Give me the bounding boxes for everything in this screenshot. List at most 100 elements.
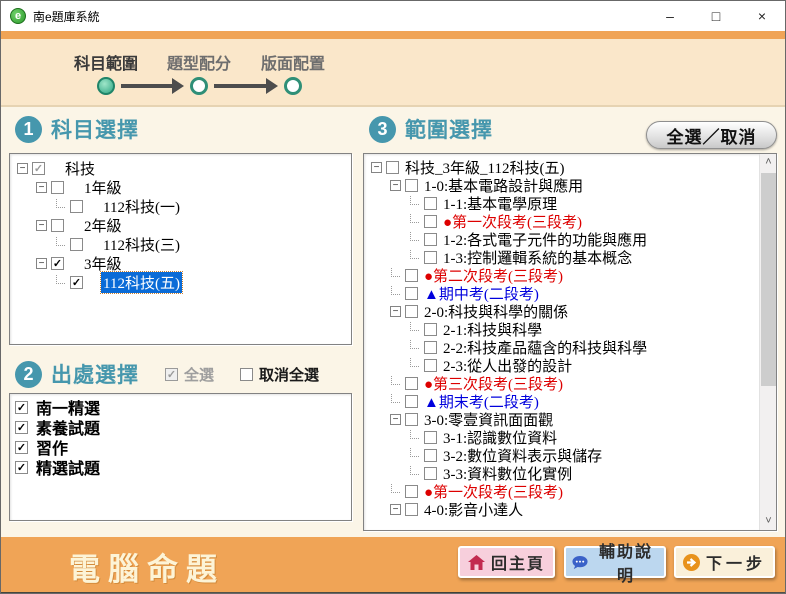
vertical-scrollbar[interactable]: ˄ ˅ [759, 154, 776, 530]
close-button[interactable]: × [739, 1, 785, 31]
tree-item-checkbox[interactable] [405, 269, 418, 282]
tree-item-checkbox[interactable] [424, 431, 437, 444]
tree-collapse-icon[interactable]: − [36, 258, 47, 269]
select-toggle-button[interactable]: 全選／取消 [646, 121, 777, 149]
select-all-checkbox[interactable]: ✓ [165, 368, 178, 381]
tree-item-checkbox[interactable] [405, 485, 418, 498]
tree-collapse-icon[interactable]: − [390, 414, 401, 425]
subject-tree-row[interactable]: 112科技(一) [12, 197, 349, 216]
source-list-item[interactable]: ✓素養試題 [12, 417, 349, 437]
tree-item-checkbox[interactable] [70, 238, 83, 251]
help-button[interactable]: 輔助說明 [564, 546, 666, 578]
tree-item-checkbox[interactable] [70, 200, 83, 213]
tree-item-label[interactable]: 112科技(五) [101, 272, 182, 293]
source-list-item[interactable]: ✓精選試題 [12, 457, 349, 477]
tree-item-checkbox[interactable] [405, 305, 418, 318]
subject-tree-row[interactable]: −✓ 3年級 [12, 254, 349, 273]
footer-brand-title: 電腦命題 [69, 544, 225, 589]
scroll-up-icon[interactable]: ˄ [760, 154, 777, 171]
range-tree[interactable]: −科技_3年級_112科技(五)−1-0:基本電路設計與應用1-1:基本電學原理… [364, 154, 759, 530]
source-item-checkbox[interactable]: ✓ [15, 401, 28, 414]
tree-item-checkbox[interactable] [424, 341, 437, 354]
range-tree-row[interactable]: −3-0:零壹資訊面面觀 [366, 410, 757, 428]
tree-item-checkbox[interactable] [405, 413, 418, 426]
deselect-all-checkbox-group[interactable]: 取消全選 [240, 364, 319, 385]
tree-item-checkbox[interactable] [424, 233, 437, 246]
range-tree-row[interactable]: −科技_3年級_112科技(五) [366, 158, 757, 176]
range-tree-row[interactable]: ●第三次段考(三段考) [366, 374, 757, 392]
scroll-down-icon[interactable]: ˅ [760, 513, 777, 530]
range-tree-row[interactable]: 3-3:資料數位化實例 [366, 464, 757, 482]
tree-item-checkbox[interactable]: ✓ [51, 257, 64, 270]
subject-tree-row[interactable]: 112科技(三) [12, 235, 349, 254]
range-tree-row[interactable]: 3-1:認識數位資料 [366, 428, 757, 446]
range-tree-row[interactable]: − 4-0:影音小達人 [366, 500, 757, 518]
tree-item-checkbox[interactable] [424, 467, 437, 480]
tree-item-checkbox[interactable] [424, 215, 437, 228]
tree-collapse-icon[interactable]: − [371, 162, 382, 173]
tree-item-checkbox[interactable] [424, 323, 437, 336]
tree-item-label[interactable]: 2年級 [82, 215, 124, 236]
range-tree-row[interactable]: 2-2:科技產品蘊含的科技與科學 [366, 338, 757, 356]
tree-item-checkbox[interactable] [424, 197, 437, 210]
range-tree-row[interactable]: 3-2:數位資料表示與儲存 [366, 446, 757, 464]
tree-item-checkbox[interactable] [51, 219, 64, 232]
range-tree-row[interactable]: ●第二次段考(三段考) [366, 266, 757, 284]
subject-tree-row[interactable]: − 2年級 [12, 216, 349, 235]
tree-item-label[interactable]: 112科技(一) [101, 196, 182, 217]
tree-item-checkbox[interactable]: ✓ [70, 276, 83, 289]
tree-collapse-icon[interactable]: − [390, 180, 401, 191]
source-list-box[interactable]: ✓南一精選✓素養試題✓習作✓精選試題 [9, 393, 352, 521]
subject-tree-row[interactable]: − 1年級 [12, 178, 349, 197]
source-item-checkbox[interactable]: ✓ [15, 421, 28, 434]
select-all-checkbox-group[interactable]: ✓ 全選 [165, 364, 214, 385]
tree-item-checkbox[interactable]: ✓ [32, 162, 45, 175]
tree-item-label[interactable]: 4-0:影音小達人 [422, 499, 525, 520]
next-step-button[interactable]: 下一步 [674, 546, 775, 578]
subject-tree-row[interactable]: ✓ 112科技(五) [12, 273, 349, 292]
range-tree-row[interactable]: ●第一次段考(三段考) [366, 482, 757, 500]
minimize-button[interactable]: – [647, 1, 693, 31]
range-tree-row[interactable]: ▲期末考(二段考) [366, 392, 757, 410]
tree-item-checkbox[interactable] [405, 503, 418, 516]
range-tree-row[interactable]: 1-3:控制邏輯系統的基本概念 [366, 248, 757, 266]
source-item-checkbox[interactable]: ✓ [15, 461, 28, 474]
tree-item-checkbox[interactable] [386, 161, 399, 174]
tree-item-checkbox[interactable] [424, 251, 437, 264]
range-tree-row[interactable]: 2-1:科技與科學 [366, 320, 757, 338]
range-tree-row[interactable]: −2-0:科技與科學的關係 [366, 302, 757, 320]
tree-collapse-icon[interactable]: − [36, 182, 47, 193]
tree-collapse-icon[interactable]: − [36, 220, 47, 231]
maximize-button[interactable]: □ [693, 1, 739, 31]
tree-item-checkbox[interactable] [405, 179, 418, 192]
home-button[interactable]: 回主頁 [458, 546, 555, 578]
subject-tree-box[interactable]: −✓科技−1年級112科技(一)−2年級112科技(三)−✓3年級✓112科技(… [9, 153, 352, 345]
tree-connector [410, 430, 419, 439]
tree-item-checkbox[interactable] [51, 181, 64, 194]
subject-tree-row[interactable]: −✓ 科技 [12, 159, 349, 178]
tree-collapse-icon[interactable]: − [17, 163, 28, 174]
tree-item-checkbox[interactable] [405, 377, 418, 390]
source-item-checkbox[interactable]: ✓ [15, 441, 28, 454]
range-tree-row[interactable]: ▲期中考(二段考) [366, 284, 757, 302]
range-tree-row[interactable]: 2-3:從人出發的設計 [366, 356, 757, 374]
tree-item-label[interactable]: 科技 [63, 158, 97, 179]
tree-item-checkbox[interactable] [405, 287, 418, 300]
source-list-item[interactable]: ✓南一精選 [12, 397, 349, 417]
range-tree-row[interactable]: 1-1:基本電學原理 [366, 194, 757, 212]
source-list-item[interactable]: ✓習作 [12, 437, 349, 457]
tree-item-checkbox[interactable] [424, 359, 437, 372]
range-tree-row[interactable]: 1-2:各式電子元件的功能與應用 [366, 230, 757, 248]
range-tree-row[interactable]: −1-0:基本電路設計與應用 [366, 176, 757, 194]
tree-item-checkbox[interactable] [424, 449, 437, 462]
tree-item-label[interactable]: 1年級 [82, 177, 124, 198]
scrollbar-thumb[interactable] [761, 173, 776, 386]
deselect-all-checkbox[interactable] [240, 368, 253, 381]
tree-item-label[interactable]: 112科技(三) [101, 234, 182, 255]
tree-item-checkbox[interactable] [405, 395, 418, 408]
tree-collapse-icon[interactable]: − [390, 306, 401, 317]
range-tree-row[interactable]: ●第一次段考(三段考) [366, 212, 757, 230]
tree-item-label[interactable]: 3年級 [82, 253, 124, 274]
tree-collapse-icon[interactable]: − [390, 504, 401, 515]
range-tree-box[interactable]: −科技_3年級_112科技(五)−1-0:基本電路設計與應用1-1:基本電學原理… [363, 153, 777, 531]
